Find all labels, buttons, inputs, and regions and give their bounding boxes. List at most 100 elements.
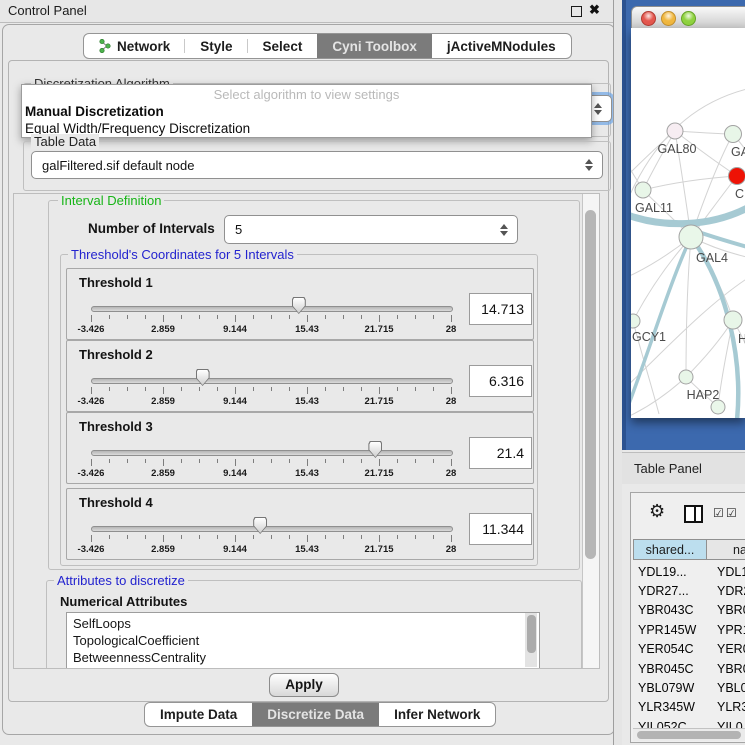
cell-shared-name[interactable]: YIL052C [633, 720, 706, 728]
tab-select[interactable]: Select [248, 34, 318, 58]
tab-style[interactable]: Style [185, 34, 247, 58]
threshold-slider-track[interactable] [91, 306, 453, 312]
number-of-intervals-select[interactable]: 5 [224, 215, 518, 244]
cell-shared-name[interactable]: YDL19... [633, 565, 706, 579]
attribute-list-item[interactable]: TopologicalCoefficient [67, 632, 539, 649]
zoom-window-icon[interactable] [681, 11, 696, 26]
close-icon[interactable]: ✖ [589, 2, 600, 18]
attribute-list-item[interactable]: SelfLoops [67, 615, 539, 632]
close-window-icon[interactable] [641, 11, 656, 26]
dropdown-item-manual[interactable]: Manual Discretization [25, 104, 164, 119]
column-header-shared-name[interactable]: shared... [633, 539, 707, 560]
table-horizontal-scrollbar[interactable] [633, 728, 745, 741]
threshold-panel: Threshold 4-3.4262.8599.14415.4321.71528… [66, 488, 534, 560]
cell-name[interactable]: YLR3 [706, 700, 745, 714]
network-node[interactable] [711, 400, 725, 414]
cell-shared-name[interactable]: YBL079W [633, 681, 706, 695]
network-node[interactable] [679, 225, 703, 249]
number-of-intervals-label: Number of Intervals [88, 221, 215, 236]
tab-infer-network[interactable]: Infer Network [379, 703, 495, 726]
slider-tick [271, 535, 272, 539]
slider-tick [433, 387, 434, 391]
table-header: shared... na [633, 539, 745, 560]
table-row[interactable]: YER054CYER0 [633, 640, 745, 659]
network-node-label: HAP2 [687, 388, 720, 402]
cell-name[interactable]: YDR2 [706, 584, 745, 598]
network-node[interactable] [725, 126, 742, 143]
table-row[interactable]: YIL052CYIL0 [633, 717, 745, 728]
table-data-select[interactable]: galFiltered.sif default node [31, 151, 603, 179]
table-row[interactable]: YDL19...YDL1 [633, 562, 745, 581]
cell-name[interactable]: YBR0 [706, 662, 745, 676]
threshold-value-field[interactable]: 11.344 [469, 513, 532, 545]
cell-shared-name[interactable]: YBR043C [633, 603, 706, 617]
tab-network[interactable]: Network [84, 34, 185, 58]
network-node[interactable] [729, 168, 745, 185]
table-row[interactable]: YBR043CYBR0 [633, 601, 745, 620]
table-row[interactable]: YDR27...YDR2 [633, 581, 745, 600]
network-edge [643, 131, 675, 190]
slider-tick [253, 387, 254, 391]
cell-shared-name[interactable]: YPR145W [633, 623, 706, 637]
cell-name[interactable]: YPR1 [706, 623, 745, 637]
apply-button[interactable]: Apply [269, 673, 339, 697]
cell-shared-name[interactable]: YBR045C [633, 662, 706, 676]
slider-tick [343, 459, 344, 463]
network-node[interactable] [631, 314, 640, 328]
attribute-list-item[interactable]: BetweennessCentrality [67, 649, 539, 666]
numerical-attributes-list[interactable]: SelfLoopsTopologicalCoefficientBetweenne… [66, 612, 540, 669]
tab-jactivemnodules[interactable]: jActiveMNodules [432, 34, 571, 58]
network-window-titlebar[interactable] [631, 6, 745, 30]
scrollbar-thumb[interactable] [637, 731, 741, 739]
columns-icon[interactable] [684, 505, 703, 523]
dropdown-hint: Select algorithm to view settings [22, 87, 591, 102]
table-row[interactable]: YPR145WYPR1 [633, 620, 745, 639]
threshold-slider-track[interactable] [91, 450, 453, 456]
slider-tick [145, 387, 146, 391]
column-header-name[interactable]: na [707, 539, 745, 560]
network-node[interactable] [724, 311, 742, 329]
threshold-slider-track[interactable] [91, 378, 453, 384]
table-row[interactable]: YLR345WYLR3 [633, 698, 745, 717]
minimize-window-icon[interactable] [661, 11, 676, 26]
cell-shared-name[interactable]: YLR345W [633, 700, 706, 714]
network-node[interactable] [667, 123, 683, 139]
cell-shared-name[interactable]: YDR27... [633, 584, 706, 598]
checkbox-icon[interactable]: ☑ [713, 507, 724, 519]
slider-tick-label: 15.43 [285, 544, 329, 555]
tab-discretize-data[interactable]: Discretize Data [252, 703, 379, 726]
table-row[interactable]: YBL079WYBL0 [633, 678, 745, 697]
threshold-value-field[interactable]: 21.4 [469, 437, 532, 469]
threshold-value-field[interactable]: 6.316 [469, 365, 532, 397]
tab-cyni-toolbox[interactable]: Cyni Toolbox [317, 34, 432, 58]
threshold-slider-track[interactable] [91, 526, 453, 532]
cell-shared-name[interactable]: YER054C [633, 642, 706, 656]
slider-tick [217, 459, 218, 463]
network-node[interactable] [635, 182, 651, 198]
slider-tick-label: 28 [429, 324, 473, 335]
threshold-panel: Threshold 3-3.4262.8599.14415.4321.71528… [66, 412, 534, 484]
slider-tick-label: 9.144 [213, 324, 257, 335]
cell-name[interactable]: YBR0 [706, 603, 745, 617]
scrollbar-thumb[interactable] [585, 210, 596, 559]
threshold-value-field[interactable]: 14.713 [469, 293, 532, 325]
checkbox-icon[interactable]: ☑ [726, 507, 737, 519]
slider-tick-label: 21.715 [357, 324, 401, 335]
cell-name[interactable]: YBL0 [706, 681, 745, 695]
tab-impute-data[interactable]: Impute Data [145, 703, 252, 726]
network-canvas[interactable]: GAL80GACGAL11GAL4GCY1HHAP2 [631, 28, 745, 418]
slider-tick [307, 535, 308, 542]
network-edge [686, 237, 691, 377]
network-node[interactable] [679, 370, 693, 384]
cell-name[interactable]: YIL0 [706, 720, 743, 728]
settings-vertical-scrollbar[interactable] [582, 194, 599, 668]
slider-tick [163, 387, 164, 394]
network-node-label: GAL11 [635, 201, 673, 215]
attributes-list-scrollbar[interactable] [525, 613, 537, 667]
gear-icon[interactable]: ⚙ [649, 502, 665, 520]
cell-name[interactable]: YDL1 [706, 565, 745, 579]
slider-tick [109, 387, 110, 391]
float-panel-icon[interactable] [571, 6, 582, 17]
cell-name[interactable]: YER0 [706, 642, 745, 656]
table-row[interactable]: YBR045CYBR0 [633, 659, 745, 678]
